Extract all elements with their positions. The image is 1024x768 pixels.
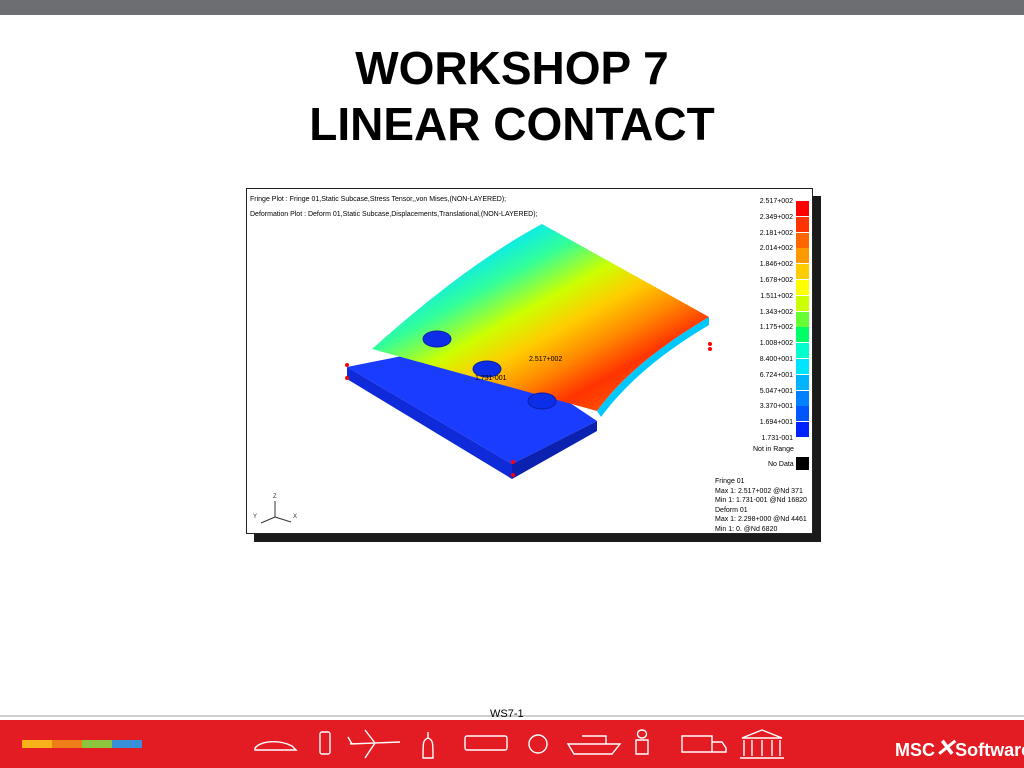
legend-label: 2.517+002 [759, 198, 793, 205]
summary-line: Min 1: 1.731-001 @Nd 16820 [715, 497, 807, 504]
legend-row: 1.846+002 [745, 260, 809, 280]
astronaut-icon [635, 729, 649, 755]
airplane-icon [347, 729, 401, 759]
legend-row: 1.343+002 [745, 308, 809, 327]
title-line-1: WORKSHOP 7 [355, 42, 669, 94]
legend-row: 1.175+002 [745, 323, 809, 343]
bolt-head [422, 330, 452, 348]
summary-line: Max 1: 2.298+000 @Nd 4461 [715, 516, 807, 523]
bottle-icon [422, 732, 434, 759]
footer-stripe [112, 740, 142, 748]
legend-row: 1.678+002 [745, 276, 809, 295]
legend-label: 1.731-001 [761, 435, 793, 442]
truck-icon [681, 735, 727, 753]
footer-stripe [52, 740, 82, 748]
legend-row: 1.008+002 [745, 339, 809, 359]
max-value-marker: 2.517+002 [529, 356, 562, 363]
legend-row: 3.370+001 [745, 402, 809, 422]
legend-row: 1.694+001 [745, 418, 809, 438]
title-line-2: LINEAR CONTACT [309, 98, 715, 150]
legend-label: 1.678+002 [759, 277, 793, 284]
summary-line: Min 1: 0. @Nd 6820 [715, 525, 778, 533]
page-number: WS7-1 [490, 708, 524, 720]
axis-z-label: Z [273, 494, 277, 500]
legend-label: 2.181+002 [759, 229, 793, 237]
results-summary: Fringe 01 Max 1: 2.517+002 @Nd 371 Min 1: … [715, 477, 807, 533]
building-icon [740, 729, 784, 759]
legend-label: 1.846+002 [759, 261, 793, 269]
legend-label: 6.724+001 [759, 371, 793, 379]
slide-title: WORKSHOP 7 LINEAR CONTACT [0, 40, 1024, 152]
legend-label: 2.014+002 [759, 245, 793, 253]
legend-row: 5.047+001 [745, 387, 809, 406]
axis-y-label: Y [253, 514, 257, 520]
brand-prefix: MSC [895, 740, 935, 760]
node-marker [708, 342, 712, 346]
legend-row: 2.349+002 [745, 213, 809, 232]
summary-line: Fringe 01 [715, 478, 745, 485]
legend-label: 1.511+002 [760, 292, 793, 300]
legend-label: 8.400+001 [759, 356, 793, 363]
gear-icon [528, 734, 548, 754]
legend-label: 1.694+001 [759, 419, 793, 427]
top-bar [0, 0, 1024, 15]
legend-row: 2.014+002 [745, 244, 809, 264]
summary-line: Deform 01 [715, 506, 748, 514]
legend-label: 5.047+001 [759, 387, 793, 395]
node-marker [345, 363, 349, 367]
node-marker [511, 460, 515, 464]
legend-row: 6.724+001 [745, 371, 809, 390]
node-marker [511, 473, 515, 477]
brand-x-mark: ✕ [935, 735, 956, 762]
footer-stripe [82, 740, 112, 748]
legend-row: 1.511+002 [745, 292, 809, 311]
bus-icon [464, 735, 508, 751]
legend-row: 2.517+002 [745, 197, 809, 216]
ship-icon [566, 735, 622, 755]
not-in-range-label: Not in Range [753, 446, 794, 453]
node-marker [708, 347, 712, 351]
summary-line: Max 1: 2.517+002 @Nd 371 [715, 487, 803, 495]
no-data-label: No Data [768, 461, 794, 468]
no-data-swatch [796, 457, 809, 470]
legend-row: 2.181+002 [745, 229, 809, 248]
legend-label: 1.008+002 [759, 340, 793, 348]
brand-suffix: Software [955, 740, 1024, 760]
min-value-marker: 1.731-001 [475, 375, 507, 382]
legend-label: 2.349+002 [759, 213, 793, 221]
legend-label: 1.343+002 [759, 308, 793, 316]
legend-label: 3.370+001 [759, 403, 793, 411]
axis-triad: Z Y X [253, 494, 297, 524]
legend-label: 1.175+002 [759, 324, 793, 332]
industry-icons [254, 729, 784, 759]
car-icon [254, 741, 298, 751]
legend-row: 8.400+001 [745, 355, 809, 374]
bolt-head [527, 392, 557, 410]
msc-software-logo: MSC✕Software [895, 734, 1024, 763]
phone-icon [319, 731, 331, 755]
footer-stripe [22, 740, 52, 748]
axis-x-label: X [293, 514, 297, 520]
node-marker [345, 376, 349, 380]
fringe-plot-window[interactable]: Fringe Plot : Fringe 01,Static Subcase,S… [246, 188, 813, 534]
